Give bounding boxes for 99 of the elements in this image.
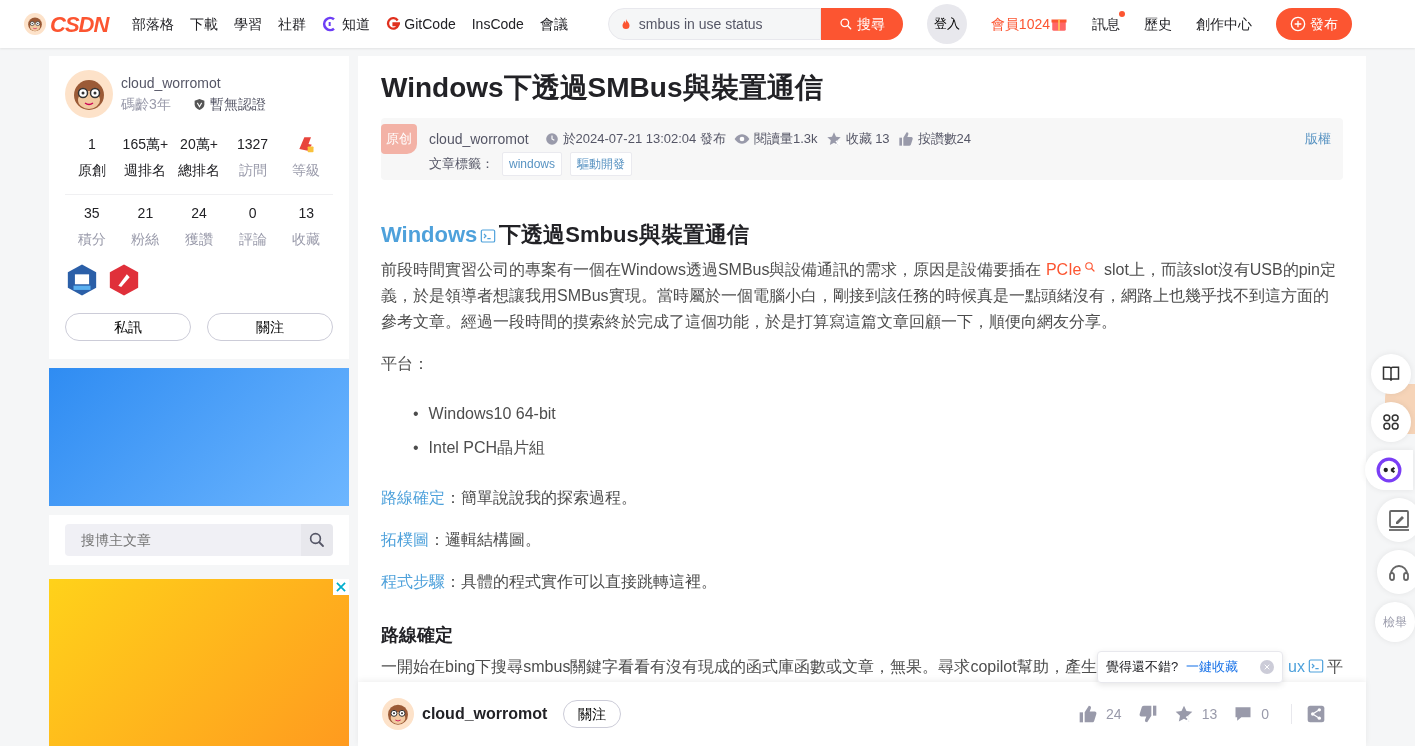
login-button[interactable]: 登入 [926,4,967,44]
stat-value: 24 [190,204,208,223]
search-button[interactable] [301,524,333,556]
search-icon [838,17,853,31]
open-book-icon [1381,364,1401,384]
blog-search-field[interactable]: 搜博主文章 [65,524,301,556]
stat-value: 21 [136,204,155,223]
stat-label: 評論 [237,230,268,249]
share-icon [1306,704,1326,724]
star-icon [825,131,842,147]
list-item: Intel PCH晶片組 [428,438,546,458]
like-count: 按讚數24 [917,130,972,149]
robot-face-icon [1376,457,1402,483]
author-name[interactable]: cloud_worromot [429,128,529,150]
favorite-count: 收藏 13 [845,130,890,149]
stat-value: 35 [83,204,101,223]
nav-link[interactable]: 下載 [190,13,219,35]
toolbar-button[interactable] [1377,498,1415,542]
author-name[interactable]: cloud_worromot [121,73,266,94]
section-heading: 路線確定 [381,624,454,647]
pen-hexagon-badge-icon [107,263,141,297]
edit-icon [1387,508,1411,532]
ad-close-icon [334,580,348,594]
stat-value: 20萬+ [179,135,219,154]
search-icon [308,531,326,549]
stat-value: 1 [86,135,97,154]
stat-label: 等級 [291,161,322,180]
clock-icon [544,132,559,146]
star-icon [1173,704,1194,724]
view-count: 閱讀量1.3k [753,130,818,149]
follow-button[interactable]: 關注 [563,700,622,728]
header-link[interactable]: 創作中心 [1196,15,1252,32]
publish-time: 於2024-07-21 13:02:04 發布 [562,130,726,149]
paragraph: 路線確定：簡單說說我的探索過程。 [381,488,638,508]
terminal-icon [1308,658,1324,674]
stat-value: 0 [247,204,258,223]
profile-button[interactable]: 私訊 [65,313,191,341]
stat-label: 原創 [76,161,107,180]
paragraph: 一開始在bing下搜尋smbus關鍵字看看有沒有現成的函式庫函數或文章，無果。尋求copilot幫助，產生 [381,657,1097,677]
tooltip-text: 覺得還不錯? [1106,658,1179,677]
stat-label: 收藏 [291,230,322,249]
favorite-link[interactable]: 一鍵收藏 [1186,657,1239,677]
stat-label: 總排名 [177,161,221,180]
close-icon [1263,663,1271,671]
tags-label: 文章標籤： [429,155,494,174]
paragraph: 程式步驟：具體的程式實作可以直接跳轉這裡。 [381,572,718,592]
plus-circle-icon [1290,16,1306,32]
thumbs-up-icon [1078,704,1099,724]
toolbar-button[interactable] [1365,450,1413,490]
toolbar-button[interactable] [1371,402,1411,442]
search-field[interactable]: smbus in use status [607,8,821,40]
profile-button[interactable]: 關注 [207,313,333,341]
stat-label: 積分 [76,230,107,249]
thumbs-up-icon [897,131,914,147]
original-badge: 原创 [381,124,417,154]
eye-icon [733,131,750,147]
certification-status: 暫無認證 [209,95,266,114]
nav-link[interactable]: GitCode [386,13,456,35]
nav-link[interactable]: 社群 [278,13,307,35]
author-avatar-icon [382,698,414,730]
author-name[interactable]: cloud_worromot [422,702,548,726]
toolbar-button[interactable] [1371,354,1411,394]
article-title: Windows下透過SMBus與裝置通信 [381,71,824,105]
stat-value: 13 [297,204,315,223]
avatar-icon [65,70,113,118]
header-link[interactable]: 訊息 [1092,15,1120,32]
article-tag[interactable]: 驅動開發 [570,152,633,176]
book-hexagon-badge-icon [65,263,99,297]
paragraph: 平台： [381,354,430,374]
toolbar-button[interactable] [1377,550,1415,594]
stat-label: 訪問 [237,161,268,180]
terminal-icon [480,228,497,244]
four-circles-icon [1381,412,1401,432]
nav-link[interactable]: InsCode [471,13,524,35]
stat-label: 週排名 [123,161,168,180]
thumbs-down-icon [1137,704,1158,724]
stat-value: 165萬+ [121,135,170,154]
nav-link[interactable]: 學習 [234,13,263,35]
list-item: Windows10 64-bit [428,404,556,424]
paragraph: ux 平 [1288,657,1343,677]
dislike-button[interactable] [1137,704,1158,724]
g-logo-icon [386,17,401,31]
nav-link[interactable]: 知道 [322,13,371,35]
stat-label: 粉絲 [130,230,161,249]
list-bullet: • [413,438,419,458]
coding-age: 碼齡3年 [121,95,171,114]
stat-value: 1327 [236,135,270,154]
nav-link[interactable]: 會議 [539,13,568,35]
logo-monkey-icon [24,13,46,35]
search-icon [1083,261,1096,273]
shield-icon [192,98,206,111]
list-bullet: • [413,404,419,424]
header-link[interactable]: 歷史 [1144,15,1172,32]
section-heading: Windows 下透過Smbus與裝置通信 [381,221,750,249]
stat-label: 獲讚 [184,230,214,249]
paragraph: 拓樸圖：邏輯結構圖。 [381,530,542,550]
share-button[interactable] [1306,704,1326,724]
nav-link[interactable]: 部落格 [132,13,175,35]
paragraph: 前段時間實習公司的專案有一個在Windows透過SMBus與設備通訊的需求，原因是設備要插在 PCIe slot上，而該slot沒有USB的pin定義，於是領導者想讓我用SMBus實現。當時屬於一個電腦小白，剛接到該任務的時候真是一點頭緒沒有，網路上也幾乎找不到這方面的參考文章。經過一段時間的摸索終於完成了這個功能，於是打算寫這篇文章回顧一下，順便向網友分享。 [381,260,1337,332]
